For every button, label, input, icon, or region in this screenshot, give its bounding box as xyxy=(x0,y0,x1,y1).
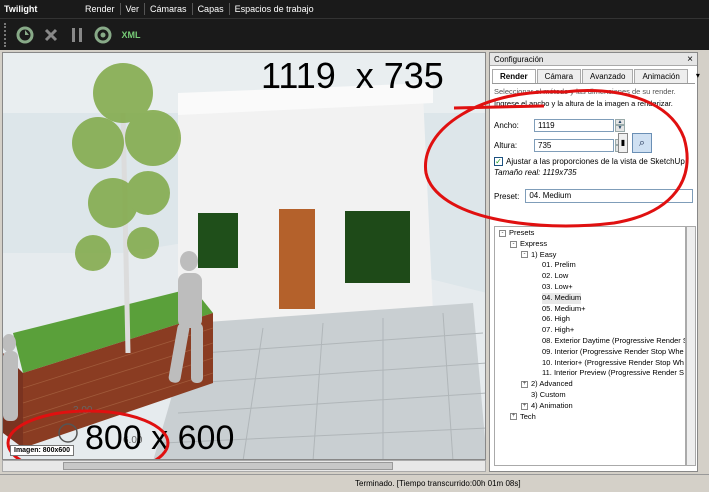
tree-node[interactable]: 04. Medium xyxy=(495,292,685,304)
menu-render[interactable]: Render xyxy=(80,3,120,15)
app-title: Twilight xyxy=(4,4,38,14)
stop-button[interactable] xyxy=(40,24,62,46)
tree-node[interactable]: +2) Advanced xyxy=(495,379,685,390)
panel-close-button[interactable]: × xyxy=(687,54,693,65)
status-text: Terminado. [Tiempo transcurrido:00h 01m … xyxy=(355,479,521,488)
preset-tree: - Presets - Express -1) Easy 01. Prelim 02. Lo… xyxy=(494,226,686,466)
tree-node-label: 1) Easy xyxy=(531,249,557,259)
tree-node[interactable]: + Tech xyxy=(495,412,685,423)
tree-node[interactable]: 11. Interior Preview (Progressive Render… xyxy=(495,368,685,379)
panel-title: Configuración xyxy=(494,54,544,64)
tree-node[interactable]: 10. Interior+ (Progressive Render Stop W… xyxy=(495,358,685,369)
toolbar: XML xyxy=(0,18,709,50)
collapse-icon[interactable]: - xyxy=(521,251,528,259)
expand-icon[interactable]: + xyxy=(510,413,517,421)
annotation-circle-top xyxy=(424,89,689,228)
tree-node-label: 2) Advanced xyxy=(531,379,573,389)
menu-espacios[interactable]: Espacios de trabajo xyxy=(228,3,319,15)
expand-icon[interactable]: + xyxy=(521,402,528,410)
tree-node-label: 3) Custom xyxy=(531,389,566,399)
tree-node[interactable]: 01. Prelim xyxy=(495,260,685,271)
tree-node-label: 05. Medium+ xyxy=(542,303,586,313)
tree-node[interactable]: - Express xyxy=(495,239,685,250)
render-button[interactable] xyxy=(14,24,36,46)
tree-node-label: 11. Interior Preview (Progressive Render… xyxy=(542,368,685,378)
title-bar: Twilight Render Ver Cámaras Capas Espaci… xyxy=(0,0,709,18)
tree-node-label: 4) Animation xyxy=(531,400,573,410)
panel-header: Configuración × xyxy=(490,53,697,66)
tree-node[interactable]: 03. Low+ xyxy=(495,282,685,293)
tree-node-label: 04. Medium xyxy=(542,292,582,304)
tree-node[interactable]: 02. Low xyxy=(495,271,685,282)
tree-node[interactable]: 09. Interior (Progressive Render Stop Wh… xyxy=(495,347,685,358)
tree-node-label: 07. High+ xyxy=(542,325,575,335)
render-icon xyxy=(16,26,34,43)
tree-node-label: 10. Interior+ (Progressive Render Stop W… xyxy=(542,357,684,367)
tree-node[interactable]: 06. High xyxy=(495,314,685,325)
image-size-label: Imagen: 800x600 xyxy=(10,445,75,456)
viewport-hscrollbar[interactable] xyxy=(2,460,486,472)
refresh-button[interactable] xyxy=(92,24,114,46)
xml-button[interactable]: XML xyxy=(118,24,144,46)
hscroll-thumb[interactable] xyxy=(63,462,393,470)
tree-node-label: 02. Low xyxy=(542,271,569,281)
tree-node-label: Tech xyxy=(520,411,536,421)
toolbar-grip[interactable] xyxy=(4,22,8,47)
collapse-icon[interactable]: - xyxy=(510,240,517,248)
tree-node[interactable]: 3) Custom xyxy=(495,390,685,401)
tree-node-label: 01. Prelim xyxy=(542,260,576,270)
menu-ver[interactable]: Ver xyxy=(119,3,145,15)
tree-vscrollbar[interactable] xyxy=(686,226,696,466)
close-icon xyxy=(44,28,58,41)
status-bar: Terminado. [Tiempo transcurrido:00h 01m … xyxy=(0,474,709,492)
expand-icon[interactable]: + xyxy=(521,381,528,389)
tree-node[interactable]: 05. Medium+ xyxy=(495,304,685,315)
tree-node-label: 08. Exterior Daytime (Progressive Render… xyxy=(542,335,685,345)
tree-node-label: Express xyxy=(520,238,548,248)
tree-node-label: 03. Low+ xyxy=(542,281,573,291)
tree-node[interactable]: 08. Exterior Daytime (Progressive Render… xyxy=(495,336,685,347)
tree-node-label: 09. Interior (Progressive Render Stop Wh… xyxy=(542,346,684,356)
tree-node[interactable]: -1) Easy xyxy=(495,250,685,261)
refresh-icon xyxy=(94,26,112,43)
menu-capas[interactable]: Capas xyxy=(191,3,229,15)
menu-bar: Render Ver Cámaras Capas Espacios de tra… xyxy=(80,0,319,18)
tree-node-label: 06. High xyxy=(542,314,570,324)
menu-camaras[interactable]: Cámaras xyxy=(144,3,192,15)
pause-button[interactable] xyxy=(66,24,88,46)
pause-icon xyxy=(72,27,82,42)
tree-node[interactable]: 07. High+ xyxy=(495,325,685,336)
tree-node[interactable]: +4) Animation xyxy=(495,401,685,412)
